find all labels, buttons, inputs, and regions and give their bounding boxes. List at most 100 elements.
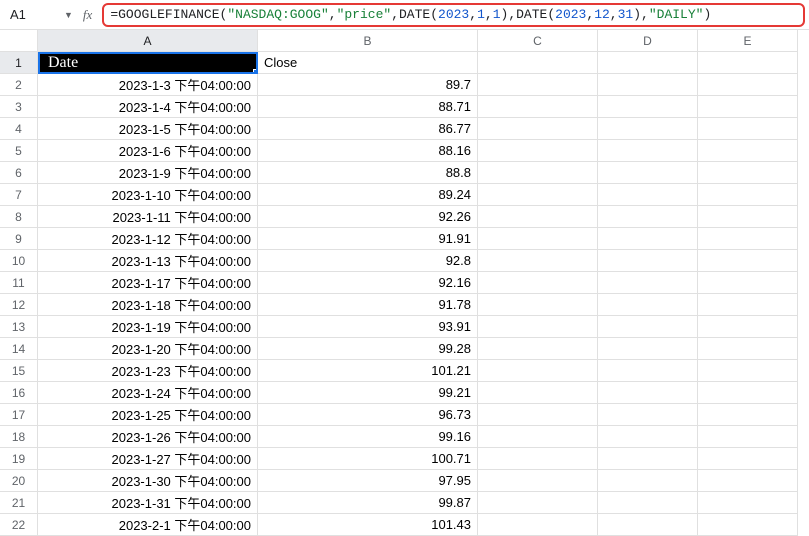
cell[interactable] [698,360,798,382]
cell[interactable] [698,184,798,206]
cell[interactable]: 2023-1-30 下午04:00:00 [38,470,258,492]
row-header[interactable]: 2 [0,74,38,96]
cell[interactable]: 88.8 [258,162,478,184]
cell[interactable]: 92.26 [258,206,478,228]
fill-handle[interactable] [253,69,258,74]
cell[interactable]: 88.16 [258,140,478,162]
cell[interactable] [598,316,698,338]
cell[interactable] [478,118,598,140]
cell[interactable] [598,294,698,316]
name-box-input[interactable] [4,4,56,26]
cell[interactable] [698,294,798,316]
cell-c1[interactable] [478,52,598,74]
column-header-d[interactable]: D [598,30,698,52]
cell[interactable]: 2023-1-4 下午04:00:00 [38,96,258,118]
cell[interactable]: 2023-1-19 下午04:00:00 [38,316,258,338]
cell[interactable]: 99.16 [258,426,478,448]
cell[interactable]: 2023-1-3 下午04:00:00 [38,74,258,96]
cell[interactable] [478,250,598,272]
cell[interactable]: 99.87 [258,492,478,514]
cell[interactable] [598,360,698,382]
cell[interactable]: 2023-2-1 下午04:00:00 [38,514,258,536]
cell[interactable] [598,338,698,360]
cell[interactable]: 2023-1-23 下午04:00:00 [38,360,258,382]
cell[interactable] [598,96,698,118]
cell[interactable] [698,140,798,162]
cell[interactable] [478,228,598,250]
select-all-corner[interactable] [0,30,38,52]
cell[interactable]: 89.7 [258,74,478,96]
row-header[interactable]: 13 [0,316,38,338]
cell[interactable]: 100.71 [258,448,478,470]
cell[interactable] [598,228,698,250]
cell[interactable] [698,448,798,470]
cell[interactable] [478,294,598,316]
cell[interactable] [698,470,798,492]
cell[interactable]: 101.43 [258,514,478,536]
column-header-a[interactable]: A [38,30,258,52]
cell[interactable] [478,470,598,492]
cell[interactable] [598,448,698,470]
cell[interactable]: 2023-1-6 下午04:00:00 [38,140,258,162]
cell[interactable]: 2023-1-10 下午04:00:00 [38,184,258,206]
cell[interactable]: 101.21 [258,360,478,382]
cell[interactable] [698,162,798,184]
cell[interactable] [478,140,598,162]
cell[interactable]: 91.78 [258,294,478,316]
cell[interactable]: 89.24 [258,184,478,206]
row-header[interactable]: 18 [0,426,38,448]
row-header[interactable]: 22 [0,514,38,536]
row-header[interactable]: 20 [0,470,38,492]
cell[interactable] [698,272,798,294]
cell[interactable] [698,206,798,228]
cell[interactable] [598,382,698,404]
cell[interactable] [478,448,598,470]
cell[interactable] [698,96,798,118]
cell[interactable] [698,514,798,536]
cell[interactable] [478,492,598,514]
cell[interactable] [598,514,698,536]
cell[interactable] [478,316,598,338]
row-header[interactable]: 10 [0,250,38,272]
cell[interactable]: 91.91 [258,228,478,250]
cell[interactable] [478,382,598,404]
cell[interactable] [478,184,598,206]
cell[interactable]: 92.16 [258,272,478,294]
cell[interactable]: 2023-1-17 下午04:00:00 [38,272,258,294]
cell[interactable]: 2023-1-31 下午04:00:00 [38,492,258,514]
row-header[interactable]: 14 [0,338,38,360]
cell[interactable] [698,316,798,338]
cell[interactable]: 97.95 [258,470,478,492]
cell[interactable] [598,184,698,206]
cell[interactable] [598,404,698,426]
row-header[interactable]: 16 [0,382,38,404]
name-box-dropdown-icon[interactable]: ▼ [60,10,77,20]
cell[interactable]: 99.21 [258,382,478,404]
cell[interactable] [478,360,598,382]
cell[interactable]: 2023-1-12 下午04:00:00 [38,228,258,250]
cell[interactable] [598,426,698,448]
cell[interactable]: 86.77 [258,118,478,140]
row-header[interactable]: 6 [0,162,38,184]
cell[interactable] [478,404,598,426]
formula-input[interactable]: =GOOGLEFINANCE("NASDAQ:GOOG", "price", D… [102,3,805,27]
cell[interactable]: 2023-1-25 下午04:00:00 [38,404,258,426]
cell[interactable]: 2023-1-24 下午04:00:00 [38,382,258,404]
row-header[interactable]: 4 [0,118,38,140]
row-header[interactable]: 3 [0,96,38,118]
cell-d1[interactable] [598,52,698,74]
cell[interactable]: 99.28 [258,338,478,360]
cell[interactable] [598,492,698,514]
cell[interactable] [598,140,698,162]
cell[interactable] [698,404,798,426]
spreadsheet-grid[interactable]: A B C D E 1 Date Close 22023-1-3 下午04:00… [0,30,809,536]
cell[interactable] [698,74,798,96]
column-header-b[interactable]: B [258,30,478,52]
column-header-e[interactable]: E [698,30,798,52]
cell[interactable]: 2023-1-11 下午04:00:00 [38,206,258,228]
row-header[interactable]: 19 [0,448,38,470]
cell[interactable] [698,118,798,140]
cell[interactable] [698,426,798,448]
cell[interactable]: 2023-1-5 下午04:00:00 [38,118,258,140]
row-header[interactable]: 8 [0,206,38,228]
